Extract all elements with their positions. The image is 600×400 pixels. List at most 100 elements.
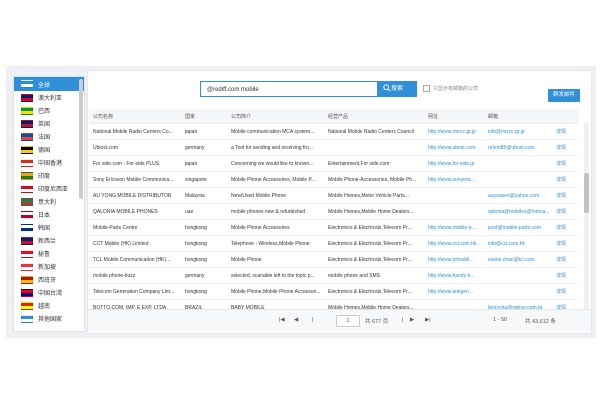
sidebar-item-12[interactable]: 新西兰 — [14, 234, 84, 247]
details-link[interactable]: 详情 — [552, 272, 579, 279]
flag-icon — [21, 158, 33, 167]
flag-icon — [21, 119, 33, 128]
sidebar-item-14[interactable]: 新加坡 — [14, 260, 84, 273]
mass-email-button[interactable]: 群发邮件 — [548, 89, 580, 102]
website-link[interactable]: http://www.telegen... — [424, 289, 484, 295]
column-header[interactable]: 公司简介 — [227, 113, 324, 120]
table-row[interactable]: For side.com - For-side PLUS japan Concern… — [89, 156, 579, 172]
sidebar-scrollbar[interactable] — [79, 79, 83, 199]
website-link[interactable]: http://www.cct.com.hk — [424, 241, 484, 247]
details-link[interactable]: 详情 — [552, 240, 579, 247]
details-link[interactable]: 详情 — [552, 208, 579, 215]
details-link[interactable]: 详情 — [552, 144, 579, 151]
table-row[interactable]: Sony Ericsson Mobile Communica... singapo… — [89, 172, 579, 188]
sidebar-item-18[interactable]: 其他国家 — [14, 312, 84, 325]
column-header[interactable]: 邮箱 — [484, 113, 552, 120]
website-link[interactable]: http://www.handy-b... — [424, 273, 484, 279]
details-link[interactable]: 详情 — [552, 256, 579, 263]
email-link[interactable]: rehmt85@ubost.com — [484, 145, 552, 151]
sidebar-item-3[interactable]: 英国 — [14, 117, 84, 130]
sidebar-item-label: 中国台湾 — [38, 291, 63, 297]
sidebar-item-17[interactable]: 越南 — [14, 299, 84, 312]
email-link[interactable]: info@mrrcc.gr.jp — [484, 129, 552, 135]
website-link[interactable]: http://www.for-side.jp — [424, 161, 484, 167]
page-separator-2: | — [402, 317, 404, 323]
products-cell: National Mobile Radio Centers Council — [328, 128, 414, 135]
sidebar-item-0[interactable]: 全球 — [14, 77, 84, 91]
intro-cell: Mobile Phone,Mobile Phone Accessori... — [231, 288, 321, 295]
column-header[interactable]: 公司名称 — [89, 113, 181, 120]
details-link[interactable]: 详情 — [552, 192, 579, 199]
first-page-icon[interactable]: |◀ — [279, 317, 285, 323]
table-row[interactable]: AU YONG MOBILE DISTRIBUTOR Malaysia New/Us… — [89, 188, 579, 204]
sidebar-item-9[interactable]: 意大利 — [14, 195, 84, 208]
table-scrollbar-thumb[interactable] — [584, 173, 589, 213]
details-link[interactable]: 详情 — [552, 128, 579, 135]
sidebar-item-15[interactable]: 西班牙 — [14, 273, 84, 286]
email-link[interactable]: info@cct.com.hk — [484, 241, 552, 247]
sidebar-item-13[interactable]: 秘鲁 — [14, 247, 84, 260]
sidebar-item-7[interactable]: 印度 — [14, 169, 84, 182]
table-row[interactable]: Telecom Generation Company Lim... hongkon… — [89, 284, 579, 300]
prev-page-icon[interactable]: ◀ — [294, 317, 298, 323]
details-link[interactable]: 详情 — [552, 176, 579, 183]
products-cell: Electronics & Electricals,Telecom Pr... — [328, 240, 412, 247]
table-row[interactable]: CCT Mobile (HK) Limited hongkong Telephone… — [89, 236, 579, 252]
company-name-cell: mobile phone-buzz — [93, 272, 136, 279]
email-only-checkbox[interactable] — [423, 85, 430, 92]
flag-icon — [21, 236, 33, 245]
column-header[interactable]: 国家 — [181, 113, 227, 120]
column-header[interactable]: 经营产品 — [324, 113, 424, 120]
table-row[interactable]: National Mobile Radio Centers Co... japan… — [89, 124, 579, 140]
company-name-cell: For side.com - For-side PLUS — [93, 160, 160, 167]
search-input[interactable]: @rediff.com mobile — [200, 81, 377, 97]
table-scrollbar[interactable] — [584, 123, 589, 309]
website-link[interactable]: http://www.tclmobil... — [424, 257, 484, 263]
company-name-cell: National Mobile Radio Centers Co... — [93, 128, 173, 135]
email-link[interactable]: auyousen@yahoo.com — [484, 193, 552, 199]
products-cell: Electronics & Electricals,Telecom Pr... — [328, 256, 412, 263]
sidebar-item-1[interactable]: 澳大利亚 — [14, 91, 84, 104]
table-row[interactable]: Ubiost.com germany a Tool for sending and … — [89, 140, 579, 156]
details-link[interactable]: 详情 — [552, 224, 579, 231]
sidebar-item-5[interactable]: 德国 — [14, 143, 84, 156]
table-row[interactable]: TCL Mobile Communication (HK)... hongkong… — [89, 252, 579, 268]
intro-cell: Concerning we would like to known... — [231, 160, 314, 167]
email-link[interactable]: elaine.chan@tcl.com — [484, 257, 552, 263]
column-header[interactable]: 网址 — [424, 113, 484, 120]
page-number-input[interactable]: 1 — [336, 315, 360, 327]
company-name-cell: AU YONG MOBILE DISTRIBUTOR — [93, 192, 172, 199]
sidebar-item-16[interactable]: 中国台湾 — [14, 286, 84, 299]
sidebar-item-label: 秘鲁 — [38, 252, 51, 258]
products-cell: Electronics & Electricals,Telecom Pr... — [328, 288, 412, 295]
email-only-filter[interactable]: 只显示有邮箱的公司 — [423, 85, 478, 92]
table-row[interactable]: QALONIA MOBILE PHONES uae mobile phones ne… — [89, 204, 579, 220]
sidebar-item-label: 印度尼西亚 — [38, 187, 69, 193]
details-link[interactable]: 详情 — [552, 288, 579, 295]
sidebar-item-label: 新西兰 — [38, 239, 57, 245]
country-cell: singapore — [185, 176, 207, 183]
sidebar-item-8[interactable]: 印度尼西亚 — [14, 182, 84, 195]
sidebar-item-2[interactable]: 巴西 — [14, 104, 84, 117]
sidebar-item-label: 越南 — [38, 304, 51, 310]
website-link[interactable]: http://www.ubost.com — [424, 145, 484, 151]
sidebar-item-11[interactable]: 韩国 — [14, 221, 84, 234]
email-link[interactable]: post@mobile-parts.com — [484, 225, 552, 231]
website-link[interactable]: http://www.mobile-p... — [424, 225, 484, 231]
sidebar-item-6[interactable]: 中国香港 — [14, 156, 84, 169]
sidebar-item-10[interactable]: 日本 — [14, 208, 84, 221]
flag-icon — [21, 106, 33, 115]
sidebar-item-label: 西班牙 — [38, 278, 57, 284]
website-link[interactable]: http://www.mrrcc.gr.jp — [424, 129, 484, 135]
table-header: 公司名称 国家 公司简介 经营产品 网址 邮箱 — [89, 109, 579, 124]
next-page-icon[interactable]: ▶ — [410, 317, 414, 323]
table-row[interactable]: Mobile-Parts Centre hongkong Mobile Phone … — [89, 220, 579, 236]
table-row[interactable]: mobile phone-buzz germany selected, scanab… — [89, 268, 579, 284]
sidebar-item-4[interactable]: 法国 — [14, 130, 84, 143]
flag-icon — [21, 93, 33, 102]
website-link[interactable]: http://www.sonyeric... — [424, 177, 484, 183]
intro-cell: selected, scanable left to the topic p..… — [231, 272, 315, 279]
last-page-icon[interactable]: ▶| — [425, 317, 431, 323]
details-link[interactable]: 详情 — [552, 160, 579, 167]
email-link[interactable]: qalonia@mobiles@hotma... — [484, 209, 552, 215]
